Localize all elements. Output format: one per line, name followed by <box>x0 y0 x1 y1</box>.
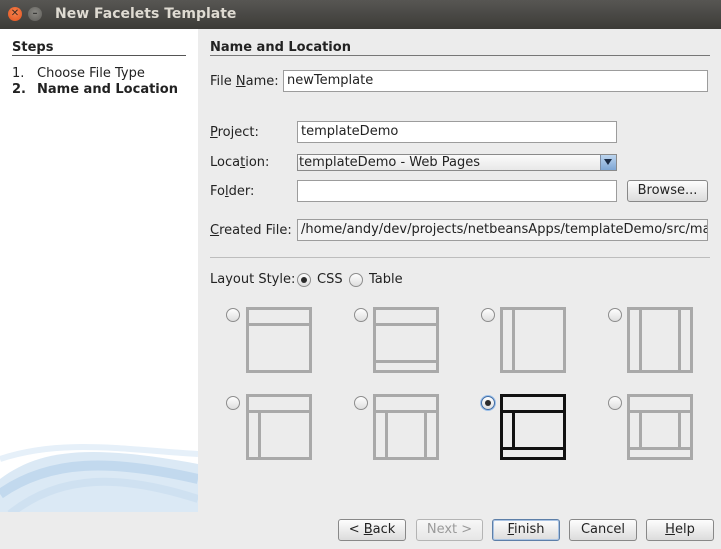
template-radio-5[interactable] <box>226 396 240 410</box>
template-header-left-footer-layout-selected[interactable] <box>500 394 566 460</box>
minimize-icon: – <box>32 8 38 19</box>
steps-list: 1. Choose File Type 2. Name and Location <box>12 66 178 98</box>
created-file-field[interactable]: /home/andy/dev/projects/netbeansApps/tem… <box>297 219 708 241</box>
button-bar: < Back Next > Finish Cancel Help <box>0 512 721 549</box>
step-number: 2. <box>12 82 26 97</box>
location-dropdown[interactable]: templateDemo - Web Pages <box>297 154 617 171</box>
folder-input[interactable] <box>297 180 617 202</box>
template-two-sidebar-layout[interactable] <box>627 307 693 373</box>
css-radio[interactable] <box>297 273 311 287</box>
location-selected-value: templateDemo - Web Pages <box>299 155 480 170</box>
template-radio-4[interactable] <box>608 308 622 322</box>
title-bar: ✕ – New Facelets Template <box>0 0 721 29</box>
template-radio-6[interactable] <box>354 396 368 410</box>
template-header-two-sidebar-layout[interactable] <box>373 394 439 460</box>
template-radio-1[interactable] <box>226 308 240 322</box>
project-label: Project: <box>210 125 259 140</box>
steps-heading: Steps <box>12 40 54 55</box>
step-label: Choose File Type <box>37 66 145 81</box>
file-name-label: File Name: <box>210 74 279 89</box>
template-radio-2[interactable] <box>354 308 368 322</box>
layout-divider <box>210 257 710 258</box>
template-radio-3[interactable] <box>481 308 495 322</box>
close-icon: ✕ <box>10 8 20 19</box>
template-header-footer-layout[interactable] <box>373 307 439 373</box>
next-button[interactable]: Next > <box>416 519 483 541</box>
steps-panel: Steps 1. Choose File Type 2. Name and Loca… <box>0 29 198 512</box>
table-radio-label[interactable]: Table <box>369 272 403 287</box>
help-button[interactable]: Help <box>646 519 714 541</box>
section-title: Name and Location <box>210 40 351 55</box>
close-window-button[interactable]: ✕ <box>8 7 22 21</box>
template-header-layout[interactable] <box>246 307 312 373</box>
window-title: New Facelets Template <box>55 6 237 22</box>
template-radio-7-selected[interactable] <box>481 396 495 410</box>
chevron-down-icon[interactable] <box>600 155 616 170</box>
decorative-wave-graphic <box>0 444 198 512</box>
back-button[interactable]: < Back <box>338 519 406 541</box>
layout-style-label: Layout Style: <box>210 272 296 287</box>
finish-button[interactable]: Finish <box>492 519 560 541</box>
section-divider <box>210 55 710 56</box>
table-radio[interactable] <box>349 273 363 287</box>
minimize-window-button[interactable]: – <box>28 7 42 21</box>
template-header-left-layout[interactable] <box>246 394 312 460</box>
step-item: 1. Choose File Type <box>12 66 178 82</box>
created-file-label: Created File: <box>210 223 292 238</box>
css-radio-label[interactable]: CSS <box>317 272 343 287</box>
browse-button[interactable]: Browse... <box>627 180 708 202</box>
file-name-input[interactable]: newTemplate <box>283 70 708 92</box>
step-item-current: 2. Name and Location <box>12 82 178 98</box>
steps-divider <box>12 55 186 56</box>
step-number: 1. <box>12 66 25 81</box>
project-field[interactable]: templateDemo <box>297 121 617 143</box>
folder-label: Folder: <box>210 184 255 199</box>
main-panel: Name and Location File Name: newTemplate… <box>198 29 721 512</box>
template-radio-8[interactable] <box>608 396 622 410</box>
template-left-sidebar-layout[interactable] <box>500 307 566 373</box>
location-label: Location: <box>210 155 270 170</box>
template-full-layout[interactable] <box>627 394 693 460</box>
cancel-button[interactable]: Cancel <box>569 519 637 541</box>
step-label: Name and Location <box>37 82 178 97</box>
